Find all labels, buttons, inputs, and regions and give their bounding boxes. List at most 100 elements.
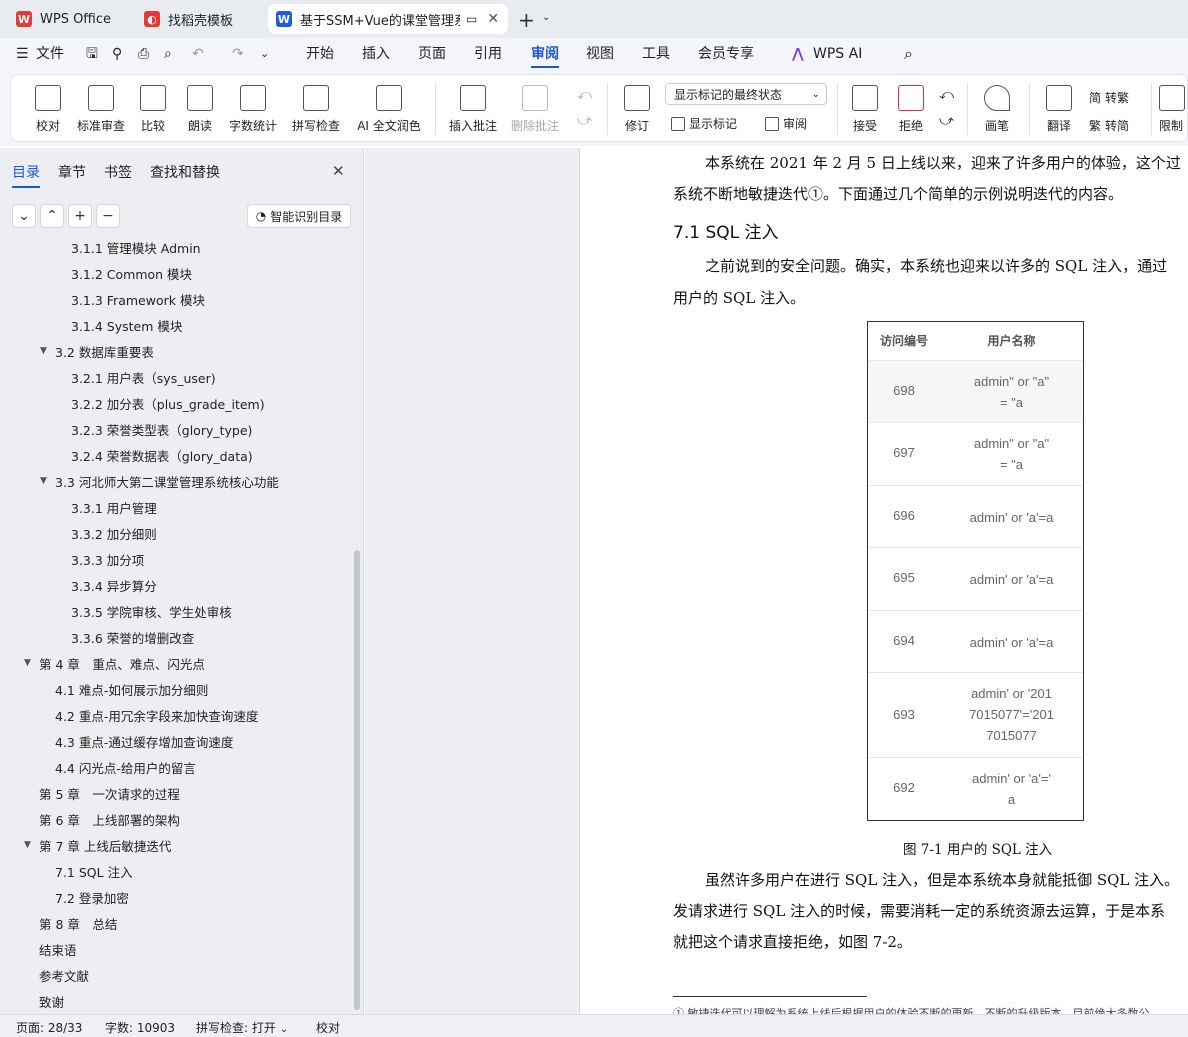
print-icon[interactable]: ⎙ [138,38,149,70]
chevron-down-icon[interactable]: ⌄ [542,12,550,23]
hamburger-icon[interactable]: ☰ [16,38,29,70]
spell-check-button[interactable]: 拼写检查 [287,81,345,139]
more-icon[interactable]: ⌄ [260,38,269,70]
toc-item[interactable]: 4.2 重点-用冗余字段来加快查询速度 [55,706,258,725]
reject-button[interactable]: 拒绝 [891,81,931,139]
toc-item[interactable]: 3.2.1 用户表（sys_user) [71,368,216,387]
menu-file[interactable]: 文件 [36,38,64,70]
toc-item[interactable]: 7.1 SQL 注入 [55,862,133,881]
toc-item[interactable]: 第 4 章 重点、难点、闪光点 [39,654,205,673]
toc-item[interactable]: 3.1.2 Common 模块 [71,264,192,283]
delete-comment-button[interactable]: 删除批注 [507,81,563,139]
nav-tab-bookmark[interactable]: 书签 [104,162,132,182]
search-icon[interactable]: ⌕ [904,38,913,70]
caret-down-icon[interactable]: ▼ [24,658,31,668]
menu-insert[interactable]: 插入 [362,38,390,70]
nav-scrollbar[interactable] [354,550,360,1010]
toc-item[interactable]: 4.3 重点-通过缓存增加查询速度 [55,732,233,751]
nav-tab-toc[interactable]: 目录 [12,162,40,188]
document-page[interactable]: 本系统在 2021 年 2 月 5 日上线以来，迎来了许多用户的体验，这个过 系… [581,148,1188,1014]
revise-button[interactable]: 修订 [615,81,659,139]
toc-item[interactable]: 第 6 章 上线部署的架构 [39,810,180,829]
caret-down-icon[interactable]: ▼ [40,476,47,486]
toc-item[interactable]: 第 7 章 上线后敏捷迭代 [39,836,171,855]
translate-button[interactable]: 翻译 [1037,81,1081,139]
preview-icon[interactable]: ⌕ [164,38,172,70]
toc-item[interactable]: 3.1.3 Framework 模块 [71,290,205,309]
remove-heading-button[interactable]: − [96,204,120,228]
pen-button[interactable]: 画笔 [979,81,1015,139]
toc-item[interactable]: 第 8 章 总结 [39,914,117,933]
accept-button[interactable]: 接受 [845,81,885,139]
toc-item[interactable]: 结束语 [39,940,77,959]
menu-view[interactable]: 视图 [586,38,614,70]
spell-check-status[interactable]: 拼写检查: 打开 ⌄ [196,1019,288,1036]
read-aloud-button[interactable]: 朗读 [183,81,217,139]
toc-item[interactable]: 4.1 难点-如何展示加分细则 [55,680,208,699]
toc-item[interactable]: 3.3.3 加分项 [71,550,144,569]
toc-item[interactable]: 参考文献 [39,966,89,985]
redo-icon[interactable]: ↷ [232,38,244,70]
add-heading-button[interactable]: + [68,204,92,228]
tab-template[interactable]: ◐ 找稻壳模板 [136,4,262,34]
toc-item[interactable]: 3.3.1 用户管理 [71,498,157,517]
word-count-button[interactable]: 字数统计 [225,81,281,139]
prev-change-icon[interactable]: ⤺ [939,87,954,103]
display-markup-button[interactable]: 显示标记 [671,115,737,132]
caret-down-icon[interactable]: ▼ [40,346,47,356]
toc-item[interactable]: 3.1.4 System 模块 [71,316,182,335]
expand-button[interactable]: ⌃ [40,204,64,228]
toc-item[interactable]: 3.3 河北师大第二课堂管理系统核心功能 [55,472,279,491]
proofread-status[interactable]: 校对 [316,1019,340,1036]
tab-document[interactable]: W 基于SSM+Vue的课堂管理系统 ▭ ✕ [268,4,508,34]
toc-item[interactable]: 致谢 [39,992,64,1010]
prev-comment-icon[interactable]: ⤺ [577,87,592,103]
toc-item[interactable]: 3.2 数据库重要表 [55,342,154,361]
proofread-button[interactable]: 校对 [31,81,65,139]
undo-icon[interactable]: ↶ [192,38,204,70]
next-comment-icon[interactable]: ⤻ [577,113,592,129]
toc-item[interactable]: 3.2.3 荣誉类型表（glory_type) [71,420,252,439]
toc-item[interactable]: 3.2.2 加分表（plus_grade_item) [71,394,265,413]
word-count[interactable]: 字数: 10903 [105,1019,175,1036]
screen-icon[interactable]: ▭ [466,12,477,26]
toc-item[interactable]: 3.3.6 荣誉的增删改查 [71,628,194,647]
menu-home[interactable]: 开始 [306,38,334,70]
review-pane-button[interactable]: 审阅 [765,115,807,132]
to-simplified-button[interactable]: 繁转简 [1089,117,1129,134]
collapse-button[interactable]: ⌄ [12,204,36,228]
insert-comment-button[interactable]: 插入批注 [447,81,499,139]
menu-page[interactable]: 页面 [418,38,446,70]
cloud-icon[interactable]: ⚲ [112,38,122,70]
page-indicator[interactable]: 页面: 28/33 [16,1019,82,1036]
menu-membership[interactable]: 会员专享 [698,38,754,70]
restrict-button[interactable]: 限制 [1159,81,1188,139]
menu-tools[interactable]: 工具 [642,38,670,70]
smart-toc-button[interactable]: ◔ 智能识别目录 [247,204,351,228]
caret-down-icon[interactable]: ▼ [24,840,31,850]
ai-polish-button[interactable]: AI 全文润色 [351,81,427,139]
menu-wps-ai[interactable]: WPS AI [813,38,862,70]
toc-item[interactable]: 3.3.2 加分细则 [71,524,157,543]
markup-state-select[interactable]: 显示标记的最终状态 ⌄ [665,83,827,105]
nav-tab-find-replace[interactable]: 查找和替换 [150,162,220,182]
nav-tab-chapter[interactable]: 章节 [58,162,86,182]
menu-reference[interactable]: 引用 [474,38,502,70]
new-tab-icon[interactable]: + [518,8,535,32]
toc-item[interactable]: 4.4 闪光点-给用户的留言 [55,758,196,777]
toc-item[interactable]: 7.2 登录加密 [55,888,129,907]
next-change-icon[interactable]: ⤻ [939,113,954,129]
menu-review[interactable]: 审阅 [531,38,559,68]
compare-button[interactable]: 比较 [133,81,173,139]
toc-item[interactable]: 3.3.5 学院审核、学生处审核 [71,602,232,621]
save-icon[interactable]: 🖫 [86,38,98,70]
toc-item[interactable]: 3.3.4 异步算分 [71,576,157,595]
standard-review-button[interactable]: 标准审查 [73,81,129,139]
tab-wps-office[interactable]: W WPS Office [8,4,128,34]
toc-item[interactable]: 3.2.4 荣誉数据表（glory_data) [71,446,253,465]
toc-item[interactable]: 第 5 章 一次请求的过程 [39,784,180,803]
toc-item[interactable]: 3.1.1 管理模块 Admin [71,238,201,257]
close-icon[interactable]: ✕ [332,162,345,180]
to-traditional-button[interactable]: 简转繁 [1089,89,1129,106]
close-tab-icon[interactable]: ✕ [487,11,499,27]
